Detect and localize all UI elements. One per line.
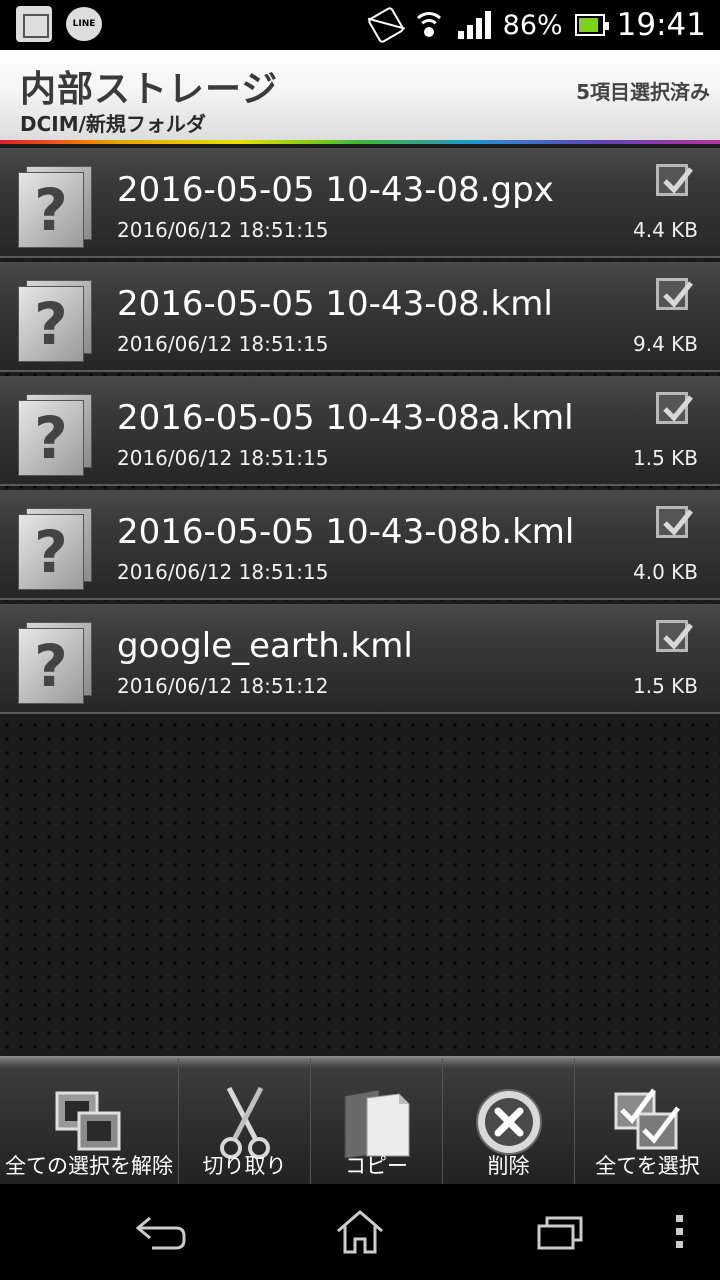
overflow-menu-icon bbox=[676, 1215, 683, 1248]
home-icon bbox=[337, 1210, 383, 1254]
unknown-file-icon: ? bbox=[18, 508, 92, 590]
overflow-menu-button[interactable] bbox=[650, 1204, 710, 1260]
selection-count: 5項目選択済み bbox=[576, 80, 710, 104]
recent-apps-icon bbox=[537, 1216, 583, 1250]
unknown-file-icon: ? bbox=[18, 622, 92, 704]
back-button[interactable] bbox=[130, 1204, 190, 1260]
system-nav-bar bbox=[0, 1184, 720, 1280]
recent-apps-button[interactable] bbox=[530, 1204, 590, 1260]
app-notification-icon bbox=[16, 6, 52, 42]
app-header: 内部ストレージ DCIM/新規フォルダ 5項目選択済み bbox=[0, 50, 720, 142]
file-row[interactable]: ? google_earth.kml 2016/06/12 18:51:12 1.5 … bbox=[0, 604, 720, 714]
clock: 19:41 bbox=[616, 7, 706, 43]
file-date: 2016/06/12 18:51:12 bbox=[117, 674, 329, 698]
delete-button[interactable]: 削除 bbox=[442, 1058, 574, 1184]
file-size: 1.5 KB bbox=[633, 674, 698, 698]
battery-icon bbox=[574, 14, 609, 36]
cut-button[interactable]: 切り取り bbox=[178, 1058, 310, 1184]
file-size: 1.5 KB bbox=[633, 446, 698, 470]
action-toolbar: 全ての選択を解除 切り取り コピー 削除 全てを選択 bbox=[0, 1056, 720, 1184]
file-list[interactable]: ? 2016-05-05 10-43-08.gpx 2016/06/12 18:51… bbox=[0, 144, 720, 1056]
wifi-icon bbox=[411, 10, 446, 40]
file-size: 9.4 KB bbox=[633, 332, 698, 356]
file-date: 2016/06/12 18:51:15 bbox=[117, 446, 329, 470]
signal-icon bbox=[457, 11, 491, 39]
battery-percent: 86% bbox=[502, 9, 563, 41]
breadcrumb[interactable]: DCIM/新規フォルダ bbox=[20, 108, 206, 137]
line-icon: LINE bbox=[66, 7, 102, 41]
file-name: 2016-05-05 10-43-08b.kml bbox=[117, 512, 575, 552]
file-row[interactable]: ? 2016-05-05 10-43-08.kml 2016/06/12 18:51… bbox=[0, 262, 720, 372]
file-row[interactable]: ? 2016-05-05 10-43-08b.kml 2016/06/12 18:5… bbox=[0, 490, 720, 600]
file-date: 2016/06/12 18:51:15 bbox=[117, 560, 329, 584]
checkmark-icon bbox=[663, 509, 693, 536]
file-checkbox[interactable] bbox=[656, 164, 693, 196]
file-name: 2016-05-05 10-43-08.gpx bbox=[117, 170, 554, 210]
unknown-file-icon: ? bbox=[18, 166, 92, 248]
file-row[interactable]: ? 2016-05-05 10-43-08a.kml 2016/06/12 18:5… bbox=[0, 376, 720, 486]
deselect-all-button[interactable]: 全ての選択を解除 bbox=[0, 1058, 178, 1184]
delete-label: 削除 bbox=[487, 1154, 530, 1178]
file-date: 2016/06/12 18:51:15 bbox=[117, 218, 329, 242]
file-name: 2016-05-05 10-43-08a.kml bbox=[117, 398, 574, 438]
file-size: 4.0 KB bbox=[633, 560, 698, 584]
file-size: 4.4 KB bbox=[633, 218, 698, 242]
unknown-file-icon: ? bbox=[18, 394, 92, 476]
file-checkbox[interactable] bbox=[656, 392, 693, 424]
vibrate-icon bbox=[366, 5, 405, 45]
back-icon bbox=[135, 1216, 186, 1250]
checkmark-icon bbox=[663, 167, 693, 194]
status-bar: LINE 86% 19:41 bbox=[0, 0, 720, 50]
file-checkbox[interactable] bbox=[656, 278, 693, 310]
file-name: 2016-05-05 10-43-08.kml bbox=[117, 284, 553, 324]
file-checkbox[interactable] bbox=[656, 620, 693, 652]
unknown-file-icon: ? bbox=[18, 280, 92, 362]
file-checkbox[interactable] bbox=[656, 506, 693, 538]
select-all-label: 全てを選択 bbox=[595, 1154, 700, 1178]
cut-label: 切り取り bbox=[202, 1154, 287, 1178]
copy-label: コピー bbox=[345, 1154, 408, 1178]
deselect-all-label: 全ての選択を解除 bbox=[5, 1154, 173, 1178]
select-all-button[interactable]: 全てを選択 bbox=[574, 1058, 720, 1184]
file-date: 2016/06/12 18:51:15 bbox=[117, 332, 329, 356]
file-row[interactable]: ? 2016-05-05 10-43-08.gpx 2016/06/12 18:51… bbox=[0, 148, 720, 258]
copy-button[interactable]: コピー bbox=[310, 1058, 442, 1184]
home-button[interactable] bbox=[330, 1204, 390, 1260]
file-name: google_earth.kml bbox=[117, 626, 413, 666]
checkmark-icon bbox=[663, 623, 693, 650]
checkmark-icon bbox=[663, 395, 693, 422]
page-title: 内部ストレージ bbox=[20, 69, 279, 110]
checkmark-icon bbox=[663, 281, 693, 308]
